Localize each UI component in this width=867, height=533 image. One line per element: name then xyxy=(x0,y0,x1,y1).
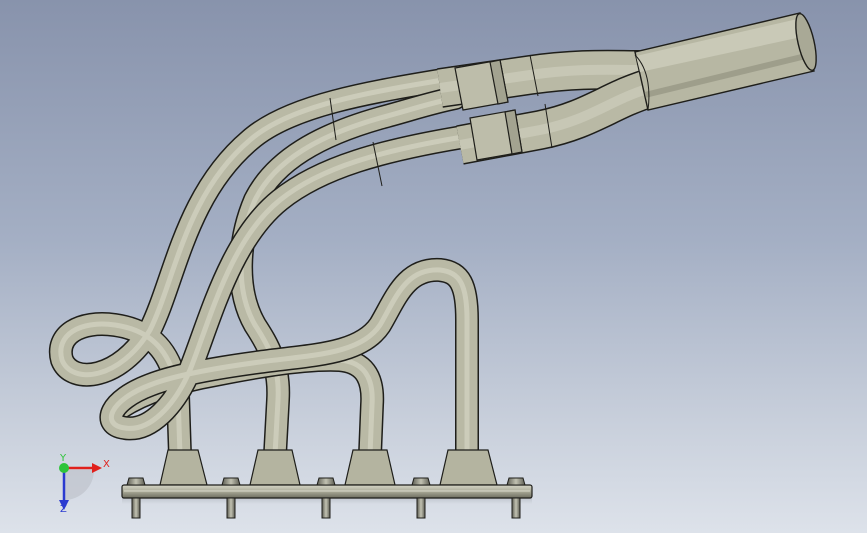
triad-y-label: Y xyxy=(59,453,67,464)
triad-z-label: Z xyxy=(60,504,67,515)
view-triad[interactable]: X Y Z xyxy=(59,453,110,515)
exhaust-manifold-model[interactable]: X Y Z xyxy=(0,0,867,533)
outlet-pipe xyxy=(634,12,817,111)
triad-x-arrow xyxy=(92,463,102,473)
triad-x-label: X xyxy=(103,459,110,470)
triad-y-axis xyxy=(59,463,69,473)
cad-viewport[interactable]: X Y Z xyxy=(0,0,867,533)
